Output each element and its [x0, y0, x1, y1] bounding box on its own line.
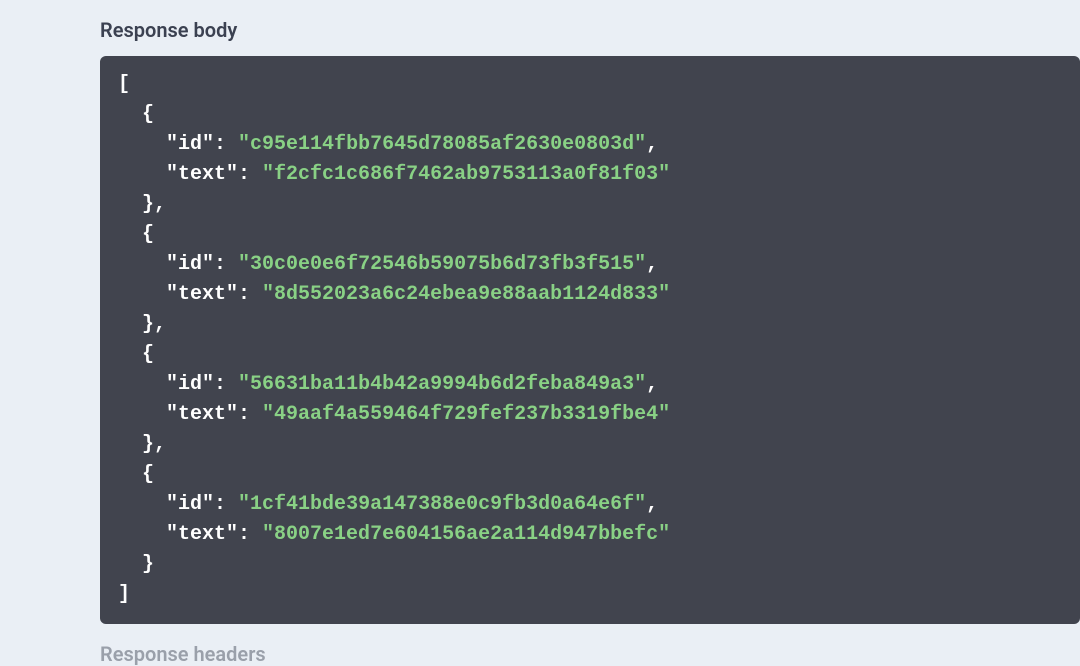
response-headers-title: Response headers	[100, 642, 1080, 666]
response-body-title: Response body	[100, 18, 1080, 42]
response-body-code[interactable]: [ { "id": "c95e114fbb7645d78085af2630e08…	[100, 56, 1080, 624]
json-value: 8007e1ed7e604156ae2a114d947bbefc	[274, 523, 658, 546]
json-value: f2cfc1c686f7462ab9753113a0f81f03	[274, 163, 658, 186]
json-value: 49aaf4a559464f729fef237b3319fbe4	[274, 403, 658, 426]
json-value: 30c0e0e6f72546b59075b6d73fb3f515	[250, 253, 634, 276]
json-value: 8d552023a6c24ebea9e88aab1124d833	[274, 283, 658, 306]
code-pre: [ { "id": "c95e114fbb7645d78085af2630e08…	[118, 70, 1062, 610]
json-value: 56631ba11b4b42a9994b6d2feba849a3	[250, 373, 634, 396]
json-value: 1cf41bde39a147388e0c9fb3d0a64e6f	[250, 493, 634, 516]
json-value: c95e114fbb7645d78085af2630e0803d	[250, 133, 634, 156]
